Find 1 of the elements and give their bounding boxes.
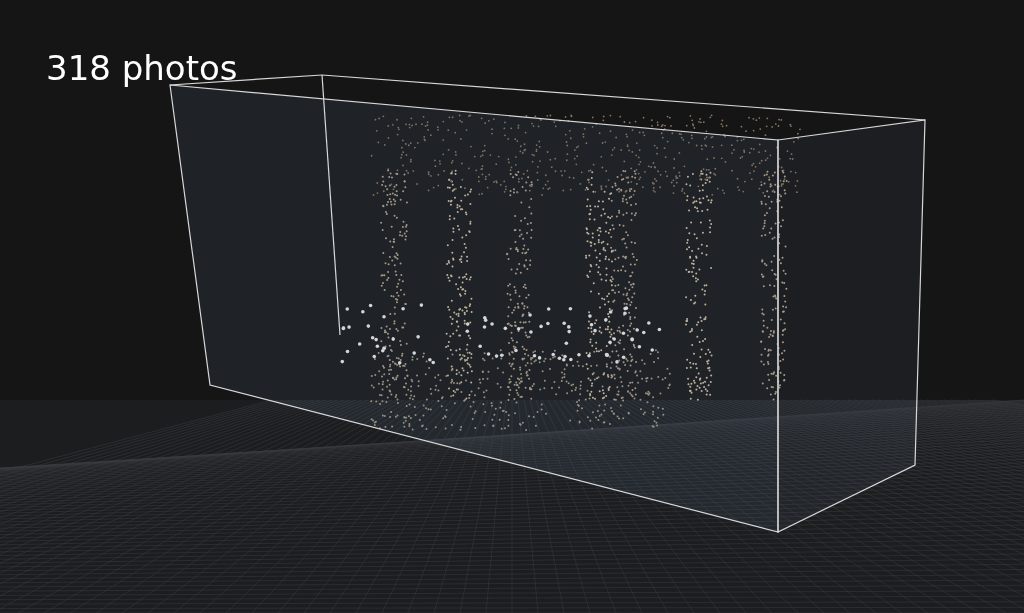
photo-count: 318 photos	[46, 48, 238, 89]
